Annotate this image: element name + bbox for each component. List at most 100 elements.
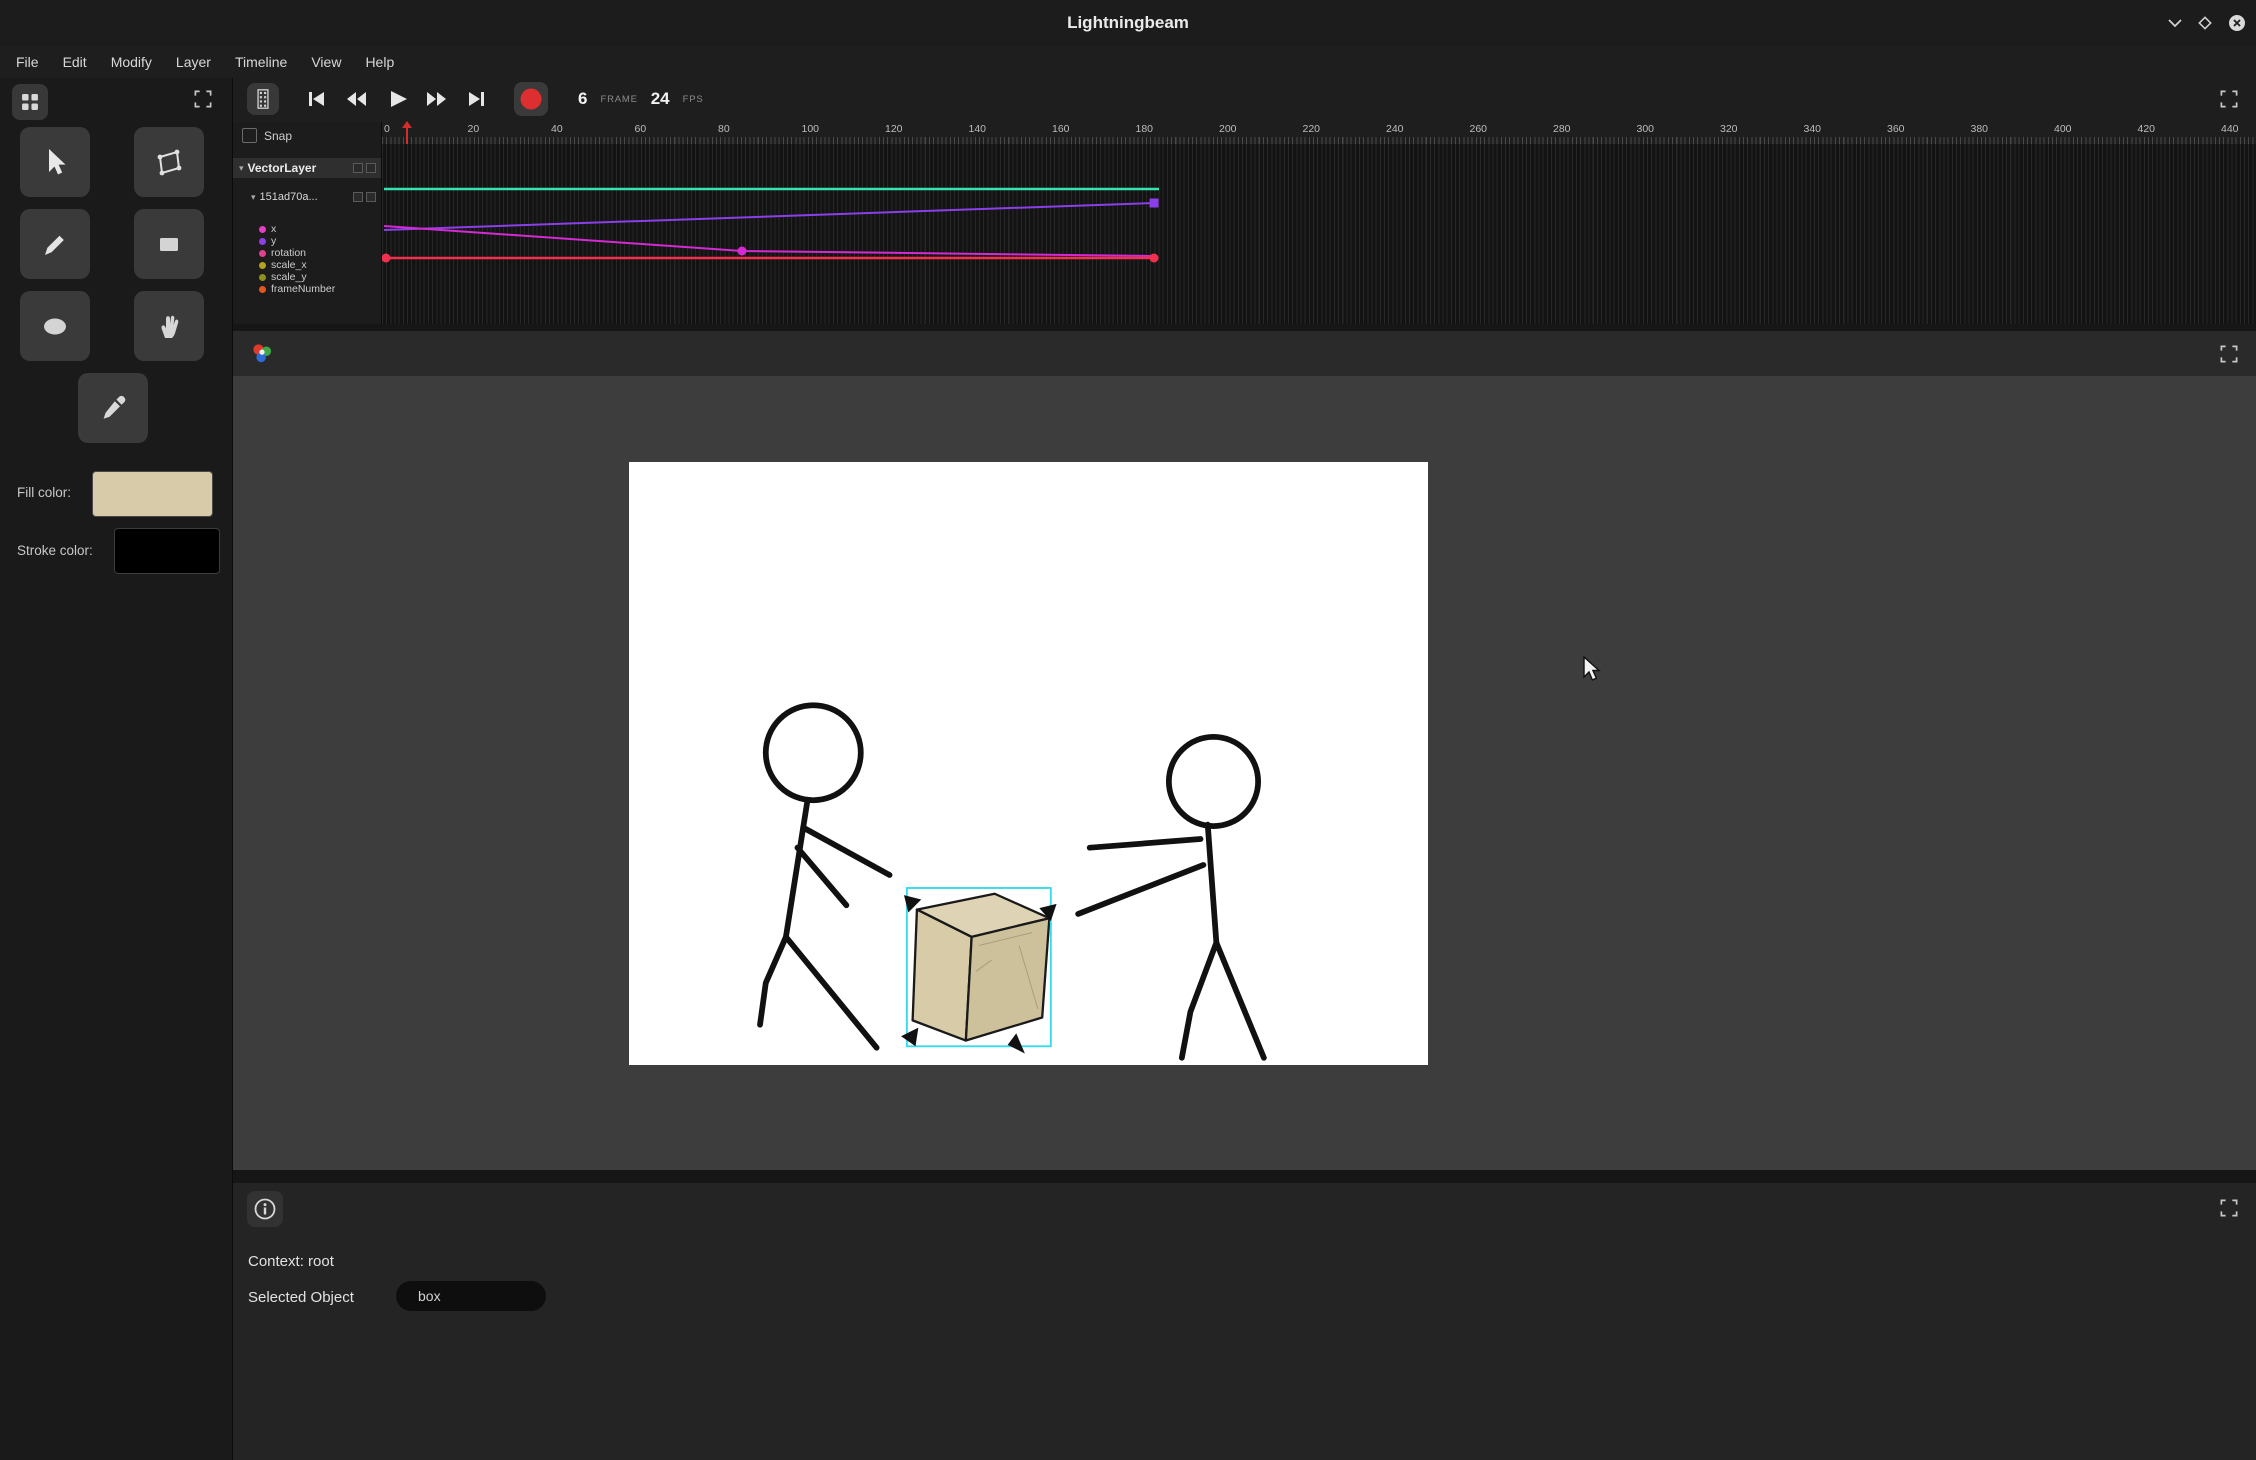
curve-purple[interactable]	[384, 203, 1154, 230]
object-row[interactable]: ▾ 151ad70a...	[233, 187, 381, 207]
fill-color-swatch[interactable]	[92, 471, 213, 517]
info-icon	[252, 1196, 278, 1222]
ellipse-icon	[38, 309, 72, 343]
timeline-layer-list: Snap ▾ VectorLayer ▾ 151ad70a... xyrotat…	[233, 122, 382, 324]
property-color-dot	[259, 250, 266, 257]
ruler-label-300: 300	[1637, 123, 1655, 135]
skip-start-icon	[301, 84, 331, 114]
snap-label: Snap	[264, 129, 292, 143]
layer-collapse-icon[interactable]: ▾	[239, 163, 244, 174]
fast-forward-button[interactable]	[421, 84, 451, 114]
property-row-scale_x[interactable]: scale_x	[233, 259, 381, 271]
menu-item-timeline[interactable]: Timeline	[223, 46, 299, 78]
keyframe-marker[interactable]	[738, 247, 747, 256]
playhead[interactable]	[406, 122, 408, 144]
property-row-scale_y[interactable]: scale_y	[233, 271, 381, 283]
playback-controls	[301, 84, 491, 114]
rewind-icon	[341, 84, 371, 114]
stick-figure-right[interactable]	[1078, 737, 1264, 1058]
rectangle-icon	[152, 227, 186, 261]
record-button[interactable]	[514, 82, 548, 116]
timeline-panel: 6 FRAME 24 FPS 0204060801001201401601802…	[233, 78, 2256, 324]
property-row-rotation[interactable]: rotation	[233, 247, 381, 259]
timeline-ruler[interactable]: 0204060801001201401601802002202402602803…	[382, 122, 2256, 144]
ruler-label-180: 180	[1136, 123, 1154, 135]
grid-icon	[17, 89, 43, 115]
stroke-color-swatch[interactable]	[114, 528, 220, 574]
current-frame-value: 6	[578, 89, 587, 109]
keyframe-marker[interactable]	[382, 254, 391, 263]
rectangle-tool-button[interactable]	[134, 209, 204, 279]
skip-to-start-button[interactable]	[301, 84, 331, 114]
skip-to-end-button[interactable]	[461, 84, 491, 114]
menu-item-edit[interactable]: Edit	[51, 46, 99, 78]
menu-item-file[interactable]: File	[4, 46, 51, 78]
fps-caption: FPS	[683, 94, 704, 105]
object-collapse-icon[interactable]: ▾	[251, 192, 256, 203]
curve-magenta[interactable]	[384, 226, 1154, 256]
menu-item-layer[interactable]: Layer	[164, 46, 223, 78]
layer-visibility-button[interactable]	[366, 163, 376, 173]
fast-forward-icon	[421, 84, 451, 114]
layer-row-vectorlayer[interactable]: ▾ VectorLayer	[233, 158, 381, 178]
select-arrow-icon	[38, 145, 72, 179]
close-icon[interactable]	[2228, 14, 2246, 32]
draw-tool-button[interactable]	[20, 209, 90, 279]
mouse-cursor	[1580, 655, 1604, 683]
property-label: scale_x	[271, 259, 307, 271]
stage-logo-button[interactable]	[247, 338, 277, 368]
ruler-label-260: 260	[1470, 123, 1488, 135]
color-logo-icon	[249, 340, 275, 366]
stage-area[interactable]	[233, 376, 2256, 1170]
select-tool-button[interactable]	[20, 127, 90, 197]
keyframe-marker[interactable]	[1150, 254, 1159, 263]
property-color-dot	[259, 262, 266, 269]
box-object[interactable]	[913, 894, 1050, 1041]
ruler-label-280: 280	[1553, 123, 1571, 135]
ellipse-tool-button[interactable]	[20, 291, 90, 361]
menu-item-help[interactable]: Help	[353, 46, 406, 78]
ruler-label-440: 440	[2221, 123, 2239, 135]
menu-item-modify[interactable]: Modify	[99, 46, 164, 78]
transform-tool-button[interactable]	[134, 127, 204, 197]
property-row-x[interactable]: x	[233, 223, 381, 235]
rewind-button[interactable]	[341, 84, 371, 114]
stage-expand-button[interactable]	[2216, 341, 2242, 367]
stage-toolbar	[233, 331, 2256, 376]
ruler-label-200: 200	[1219, 123, 1237, 135]
eyedropper-tool-button[interactable]	[78, 373, 148, 443]
selected-object-value[interactable]: box	[396, 1281, 546, 1311]
timeline-curves	[382, 144, 2256, 324]
keyframe-marker[interactable]	[1150, 199, 1159, 208]
property-row-frameNumber[interactable]: frameNumber	[233, 283, 381, 295]
ruler-label-420: 420	[2138, 123, 2156, 135]
ruler-ticks	[382, 137, 2256, 144]
inspector-expand-button[interactable]	[2216, 1195, 2242, 1221]
info-button[interactable]	[247, 1191, 283, 1227]
panel-grid-button[interactable]	[12, 84, 48, 120]
canvas[interactable]	[629, 462, 1428, 1065]
object-options-button[interactable]	[353, 192, 363, 202]
frame-caption: FRAME	[600, 94, 637, 105]
context-text: Context: root	[248, 1253, 334, 1270]
layer-options-button[interactable]	[353, 163, 363, 173]
property-label: rotation	[271, 247, 306, 259]
maximize-icon[interactable]	[2198, 16, 2212, 30]
property-color-dot	[259, 226, 266, 233]
hand-tool-button[interactable]	[134, 291, 204, 361]
ruler-label-100: 100	[802, 123, 820, 135]
window-menu-chevron-icon[interactable]	[2168, 18, 2182, 28]
object-visibility-button[interactable]	[366, 192, 376, 202]
tool-panel: Fill color: Stroke color:	[0, 78, 233, 1460]
ruler-label-220: 220	[1303, 123, 1321, 135]
ruler-label-360: 360	[1887, 123, 1905, 135]
timeline-expand-button[interactable]	[2216, 86, 2242, 112]
property-row-y[interactable]: y	[233, 235, 381, 247]
play-button[interactable]	[381, 84, 411, 114]
menu-item-view[interactable]: View	[299, 46, 353, 78]
snap-checkbox[interactable]	[242, 128, 257, 143]
film-button[interactable]	[247, 83, 279, 115]
stick-figure-left[interactable]	[760, 705, 890, 1048]
tool-panel-expand-button[interactable]	[190, 86, 216, 112]
timeline-controls: 6 FRAME 24 FPS	[233, 78, 2256, 120]
